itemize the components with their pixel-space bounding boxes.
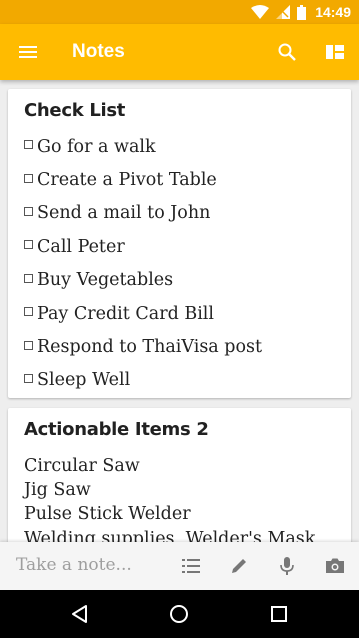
- checklist-item[interactable]: Pay Credit Card Bill: [24, 297, 335, 330]
- checklist-item-text: Send a mail to John: [37, 203, 211, 224]
- checkbox[interactable]: [24, 173, 33, 183]
- checkbox[interactable]: [24, 373, 33, 383]
- checkbox[interactable]: [24, 307, 33, 317]
- note-line: Welding supplies, Welder's Mask,: [24, 528, 321, 542]
- mic-icon[interactable]: [276, 555, 298, 577]
- checklist-item[interactable]: Send a mail to John: [24, 197, 335, 230]
- checklist-item-text: Buy Vegetables: [37, 270, 174, 291]
- checklist-item[interactable]: Create a Pivot Table: [24, 163, 335, 196]
- checklist-item[interactable]: Buy Vegetables: [24, 264, 335, 297]
- note-title: Check List: [24, 100, 126, 121]
- checklist-item-text: Call Peter: [37, 236, 125, 257]
- checklist: Go for a walk Create a Pivot Table Send …: [24, 130, 335, 397]
- checkbox[interactable]: [24, 140, 33, 150]
- pen-icon[interactable]: [228, 555, 250, 577]
- back-icon[interactable]: [68, 602, 92, 626]
- take-note-bar[interactable]: Take a note...: [0, 542, 359, 590]
- checkbox[interactable]: [24, 206, 33, 216]
- signal-icon: [276, 5, 291, 19]
- system-nav-bar: [0, 590, 359, 638]
- notes-list: Check List Go for a walk Create a Pivot …: [0, 80, 359, 542]
- note-line: Circular Saw: [24, 456, 140, 476]
- search-icon[interactable]: [275, 40, 299, 64]
- checklist-item-text: Respond to ThaiVisa post: [37, 337, 263, 358]
- checklist-item-text: Sleep Well: [37, 370, 131, 391]
- status-bar: 14:49: [0, 0, 359, 24]
- note-card-checklist[interactable]: Check List Go for a walk Create a Pivot …: [8, 89, 351, 398]
- checklist-item-text: Go for a walk: [37, 136, 156, 157]
- app-bar: Notes: [0, 24, 359, 80]
- checklist-item-text: Pay Credit Card Bill: [37, 303, 214, 324]
- checkbox[interactable]: [24, 273, 33, 283]
- checklist-item[interactable]: Sleep Well: [24, 364, 335, 397]
- battery-icon: [297, 4, 307, 20]
- note-card-actionable[interactable]: Actionable Items 2 Circular Saw Jig Saw …: [8, 408, 351, 542]
- note-line: Pulse Stick Welder: [24, 504, 191, 525]
- note-body: Circular Saw Jig Saw Pulse Stick Welder …: [24, 454, 335, 542]
- wifi-icon: [251, 5, 270, 19]
- checklist-item[interactable]: Respond to ThaiVisa post: [24, 330, 335, 363]
- home-icon[interactable]: [167, 602, 191, 626]
- note-title: Actionable Items 2: [24, 419, 209, 440]
- menu-icon[interactable]: [16, 40, 40, 64]
- note-line: Jig Saw: [24, 480, 91, 501]
- checkbox[interactable]: [24, 340, 33, 350]
- checklist-item[interactable]: Go for a walk: [24, 130, 335, 163]
- checkbox[interactable]: [24, 240, 33, 250]
- take-note-input[interactable]: Take a note...: [16, 555, 132, 575]
- checklist-item[interactable]: Call Peter: [24, 230, 335, 263]
- status-time: 14:49: [315, 4, 351, 20]
- camera-icon[interactable]: [324, 555, 346, 577]
- checklist-item-text: Create a Pivot Table: [37, 170, 217, 191]
- recents-icon[interactable]: [267, 602, 291, 626]
- list-icon[interactable]: [180, 555, 202, 577]
- layout-icon[interactable]: [323, 40, 347, 64]
- app-title: Notes: [72, 41, 125, 62]
